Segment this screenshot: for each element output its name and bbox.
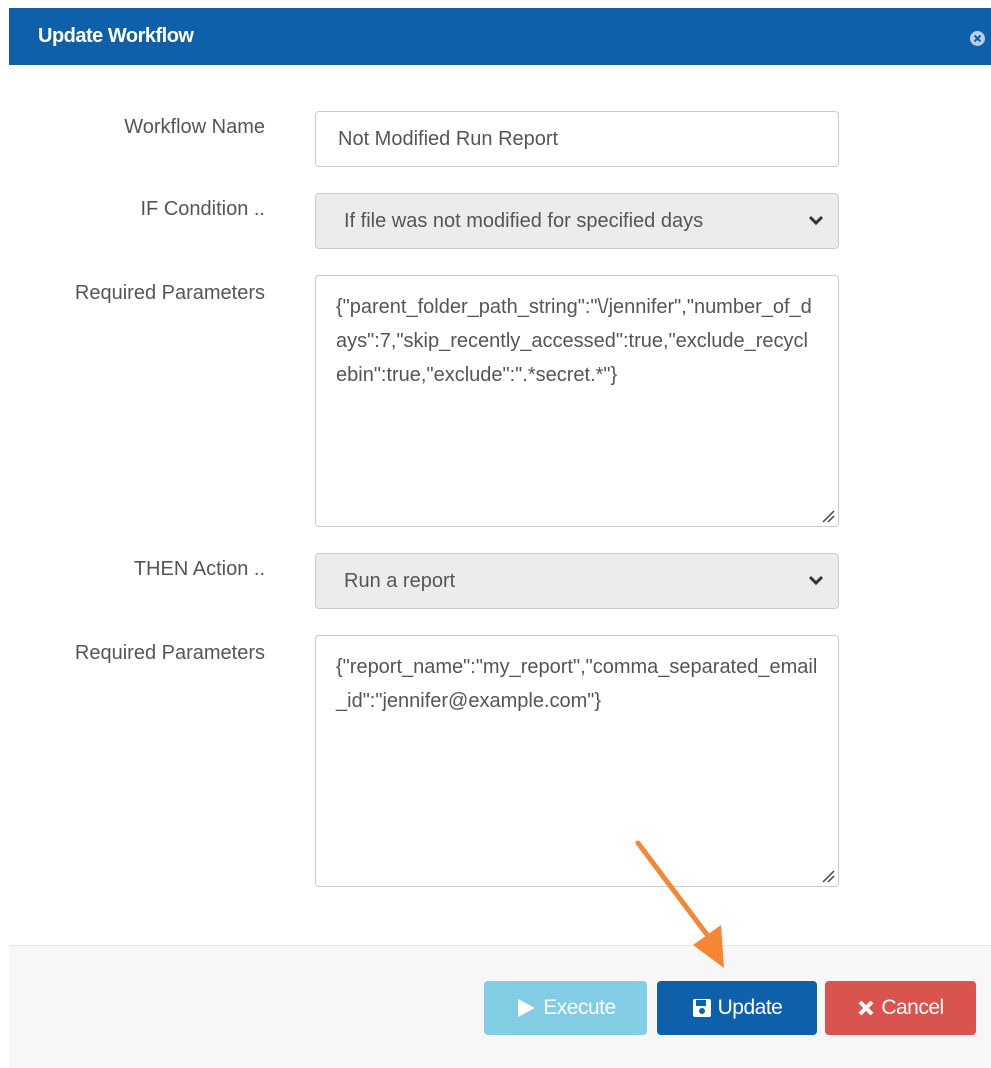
then-action-value: Run a report — [344, 570, 456, 592]
play-icon — [518, 999, 536, 1017]
then-action-select[interactable]: Run a report — [315, 553, 839, 609]
cancel-button[interactable]: Cancel — [825, 981, 976, 1035]
cancel-button-label: Cancel — [881, 996, 944, 1019]
save-icon — [692, 999, 711, 1017]
update-button[interactable]: Update — [657, 981, 817, 1035]
workflow-name-value: Not Modified Run Report — [338, 128, 559, 150]
execute-button-label: Execute — [543, 996, 616, 1019]
update-workflow-dialog: Update Workflow Workflow Name Not Modifi… — [0, 0, 991, 1068]
then-action-label: THEN Action .. — [133, 558, 265, 580]
dialog-header: Update Workflow — [9, 8, 991, 65]
chevron-down-icon — [808, 215, 824, 226]
close-icon[interactable] — [970, 31, 985, 46]
resize-handle-icon[interactable] — [821, 509, 835, 523]
required-parameters-label: Required Parameters — [74, 282, 265, 304]
dialog-title: Update Workflow — [38, 25, 194, 47]
workflow-name-input[interactable]: Not Modified Run Report — [315, 111, 839, 167]
workflow-name-label: Workflow Name — [124, 116, 265, 138]
execute-button[interactable]: Execute — [484, 981, 647, 1035]
resize-handle-icon[interactable] — [821, 869, 835, 883]
if-required-parameters-value: {"parent_folder_path_string":"\/jennifer… — [336, 296, 812, 386]
if-condition-value: If file was not modified for specified d… — [344, 210, 704, 232]
if-required-parameters-textarea[interactable]: {"parent_folder_path_string":"\/jennifer… — [315, 275, 839, 527]
chevron-down-icon — [808, 575, 824, 586]
required-parameters-label: Required Parameters — [74, 642, 265, 664]
then-required-parameters-value: {"report_name":"my_report","comma_separa… — [336, 656, 818, 712]
if-condition-select[interactable]: If file was not modified for specified d… — [315, 193, 839, 249]
close-icon — [858, 1000, 874, 1016]
then-required-parameters-textarea[interactable]: {"report_name":"my_report","comma_separa… — [315, 635, 839, 887]
if-condition-label: IF Condition .. — [140, 198, 265, 220]
update-button-label: Update — [717, 996, 783, 1019]
